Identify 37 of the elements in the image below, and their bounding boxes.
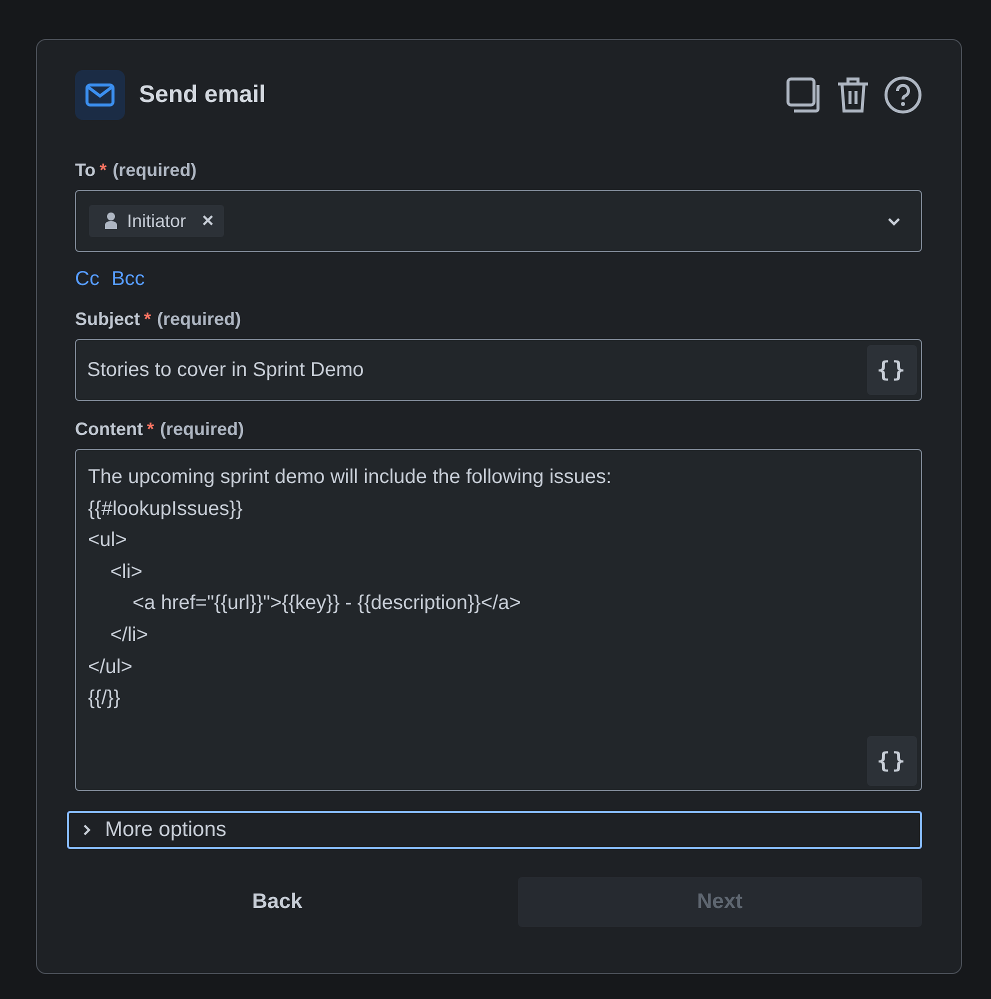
content-line: <ul> bbox=[88, 528, 128, 554]
field-label: Subject bbox=[75, 309, 140, 330]
insert-variable-button[interactable]: {} bbox=[867, 736, 917, 786]
field-label: To bbox=[75, 160, 96, 181]
back-button[interactable]: Back bbox=[75, 877, 480, 927]
content-field[interactable]: The upcoming sprint demo will include the following issues: {{#lookupIssues}} <ul> <li> <a href="{{url}}">{{key}} - {{description}}</a> </li> </ul> {{/}} {} bbox=[75, 449, 922, 791]
chevron-down-icon[interactable] bbox=[887, 216, 901, 226]
content-line: {{/}} bbox=[88, 686, 122, 712]
content-line: <li> bbox=[109, 560, 144, 585]
chevron-right-icon bbox=[83, 824, 91, 836]
remove-button[interactable]: × bbox=[196, 210, 214, 232]
recipient-field[interactable]: Initiator × bbox=[75, 190, 922, 252]
content-line: </li> bbox=[109, 622, 150, 648]
duplicate-icon[interactable] bbox=[786, 77, 822, 113]
content-line: The upcoming sprint demo will include the following issues: bbox=[88, 465, 613, 490]
field-hint: (required) bbox=[157, 309, 242, 330]
cc-link[interactable]: Bcc bbox=[111, 268, 145, 291]
required-mark: * bbox=[100, 160, 107, 181]
required-mark: * bbox=[146, 419, 154, 440]
recipient-name: Initiator bbox=[127, 210, 186, 232]
dialog-title: Send email bbox=[139, 81, 266, 109]
field-hint: (required) bbox=[112, 160, 197, 181]
subject-value: Stories to cover in Sprint Demo bbox=[87, 358, 364, 382]
field-label: Content bbox=[75, 419, 143, 440]
content-line: {{#lookupIssues}} bbox=[88, 496, 244, 522]
content-line: <a href="{{url}}">{{key}} - {{description}}</a> bbox=[131, 591, 522, 616]
field-hint: (required) bbox=[160, 419, 244, 440]
more-options-toggle[interactable]: More options bbox=[67, 811, 922, 849]
envelope-icon bbox=[75, 70, 125, 120]
trash-icon[interactable] bbox=[836, 76, 870, 114]
subject-field[interactable]: Stories to cover in Sprint Demo {} bbox=[75, 339, 922, 401]
required-mark: * bbox=[144, 309, 152, 330]
help-icon[interactable] bbox=[884, 76, 922, 114]
person-icon bbox=[105, 212, 117, 230]
content-line: </ul> bbox=[88, 654, 134, 680]
cc-link[interactable]: Cc bbox=[75, 268, 100, 291]
insert-variable-button[interactable]: {} bbox=[867, 345, 917, 395]
